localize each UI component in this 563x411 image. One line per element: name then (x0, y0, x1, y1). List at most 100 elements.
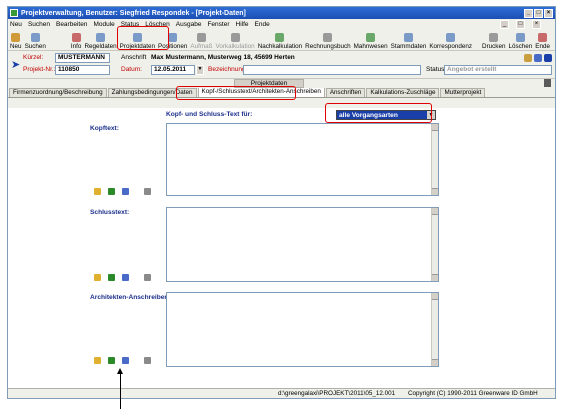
notebook-icon[interactable] (544, 79, 551, 87)
pre-calculation-icon (230, 33, 240, 42)
window-title: Projektverwaltung, Benutzer: Siegfried R… (21, 9, 246, 17)
tab-firmenzuordnung[interactable]: Firmenzuordnung/Beschreibung (9, 88, 107, 97)
toolbar-suchen-button[interactable]: Suchen (25, 33, 46, 50)
measure-icon (196, 33, 206, 42)
menu-ausgabe[interactable]: Ausgabe (176, 21, 202, 28)
menu-ende[interactable]: Ende (255, 21, 270, 28)
menu-bearbeiten[interactable]: Bearbeiten (56, 21, 87, 28)
menu-fenster[interactable]: Fenster (207, 21, 229, 28)
kopftext-textarea[interactable] (166, 123, 439, 196)
minimize-button[interactable]: _ (524, 8, 533, 18)
mdi-minimize-button[interactable]: _ (500, 19, 509, 29)
architekten-textarea[interactable] (166, 292, 439, 367)
kurzel-field[interactable]: MUSTERMANN (55, 53, 110, 63)
trash-icon (515, 33, 525, 42)
datum-dropdown-icon[interactable]: ▼ (196, 65, 204, 75)
architekten-scrollbar[interactable] (431, 293, 438, 366)
app-window: Projektverwaltung, Benutzer: Siegfried R… (7, 6, 556, 399)
tab-mutterprojekt[interactable]: Mutterprojekt (440, 88, 486, 97)
toolbar-stammdaten-button[interactable]: Stammdaten (391, 33, 426, 50)
rules-icon (96, 33, 106, 42)
menu-neu[interactable]: Neu (10, 21, 22, 28)
annotation-highlight-tab (176, 86, 296, 100)
copy-icon[interactable] (144, 188, 151, 195)
toolbar-korrespondenz-button[interactable]: Korrespondenz (429, 33, 472, 50)
toolbar: Neu Suchen Info Regeldaten Projektdaten … (8, 29, 555, 51)
status-path: d:\greengalaxi\PROJEKT\2011\05_12.001 (278, 390, 396, 397)
toolbar-nachkalkulation-button[interactable]: Nachkalkulation (258, 33, 302, 50)
kopftext-actions (94, 188, 151, 195)
schlusstext-actions (94, 274, 151, 281)
save-icon[interactable] (108, 357, 115, 364)
status-bar: d:\greengalaxi\PROJEKT\2011\05_12.001 Co… (8, 388, 555, 398)
annotation-highlight-select (325, 103, 432, 123)
master-data-icon (403, 33, 413, 42)
hand-icon[interactable] (524, 54, 532, 62)
exit-door-icon (538, 33, 548, 42)
maximize-button[interactable]: □ (534, 8, 543, 18)
title-bar: Projektverwaltung, Benutzer: Siegfried R… (8, 7, 555, 19)
annotation-arrow-line (120, 373, 121, 409)
toolbar-neu-button[interactable]: Neu (10, 33, 22, 50)
toolbar-loeschen-button[interactable]: Löschen (508, 33, 532, 50)
anschrift-label: Anschrift (121, 54, 147, 61)
back-arrow-icon[interactable] (544, 54, 552, 62)
mdi-restore-button[interactable]: □ (516, 19, 525, 29)
toolbar-aufmass-button[interactable]: Aufmaß (190, 33, 212, 50)
link-icon[interactable] (534, 54, 542, 62)
open-folder-icon[interactable] (94, 357, 101, 364)
search-icon (30, 33, 40, 42)
kopftext-scrollbar[interactable] (431, 124, 438, 195)
open-folder-icon[interactable] (94, 274, 101, 281)
correspondence-icon (446, 33, 456, 42)
toolbar-ende-button[interactable]: Ende (535, 33, 550, 50)
delete-icon[interactable] (122, 274, 129, 281)
record-pointer-icon: ➤ (11, 59, 21, 71)
printer-icon (489, 33, 499, 42)
copy-icon[interactable] (144, 274, 151, 281)
annotation-highlight-projektdaten (117, 26, 169, 50)
delete-icon[interactable] (122, 357, 129, 364)
save-icon[interactable] (108, 274, 115, 281)
status-copyright: Copyright (C) 1990-2011 Greenware ID Gmb… (408, 390, 538, 397)
open-folder-icon[interactable] (94, 188, 101, 195)
menu-module[interactable]: Module (93, 21, 114, 28)
toolbar-vorkalkulation-button[interactable]: Vorkalkulation (215, 33, 255, 50)
toolbar-regeldaten-button[interactable]: Regeldaten (84, 33, 117, 50)
tab-kalkulations-zuschlaege[interactable]: Kalkulations-Zuschläge (366, 88, 440, 97)
datum-field[interactable]: 12.05.2011 (151, 65, 195, 75)
kurzel-label: Kürzel: (23, 54, 44, 61)
bezeichnung-field[interactable] (243, 65, 421, 75)
menu-hilfe[interactable]: Hilfe (236, 21, 249, 28)
project-header: ➤ Kürzel: MUSTERMANN Projekt-Nr.: 110850… (8, 51, 555, 79)
schlusstext-textarea[interactable] (166, 207, 439, 282)
app-icon (10, 9, 18, 17)
tab-anschriften[interactable]: Anschriften (325, 88, 366, 97)
info-icon (71, 33, 81, 42)
menu-bar: Neu Suchen Bearbeiten Module Status Lösc… (8, 19, 555, 29)
copy-icon[interactable] (144, 357, 151, 364)
text-for-label: Kopf- und Schluss-Text für: (166, 111, 253, 118)
post-calculation-icon (275, 33, 285, 42)
toolbar-mahnwesen-button[interactable]: Mahnwesen (354, 33, 388, 50)
kopftext-label: Kopftext: (90, 125, 119, 132)
close-button[interactable]: × (544, 8, 553, 18)
bezeichnung-label: Bezeichnung: (208, 66, 248, 73)
mdi-close-button[interactable]: × (532, 19, 541, 29)
invoice-book-icon (323, 33, 333, 42)
tab-content: Kopf- und Schluss-Text für: alle Vorgang… (8, 108, 555, 390)
menu-suchen[interactable]: Suchen (28, 21, 50, 28)
toolbar-rechnungsbuch-button[interactable]: Rechnungsbuch (305, 33, 351, 50)
projekt-nr-field[interactable]: 110850 (55, 65, 110, 75)
toolbar-info-button[interactable]: Info (71, 33, 81, 50)
schlusstext-label: Schlusstext: (90, 209, 130, 216)
status-field: Angebot erstellt (444, 65, 552, 75)
save-icon[interactable] (108, 188, 115, 195)
toolbar-drucken-button[interactable]: Drucken (482, 33, 505, 50)
architekten-label: Architekten-Anschreiben: (90, 294, 171, 301)
datum-label: Datum: (121, 66, 142, 73)
dunning-icon (366, 33, 376, 42)
schlusstext-scrollbar[interactable] (431, 208, 438, 281)
delete-icon[interactable] (122, 188, 129, 195)
projekt-nr-label: Projekt-Nr.: (23, 66, 56, 73)
